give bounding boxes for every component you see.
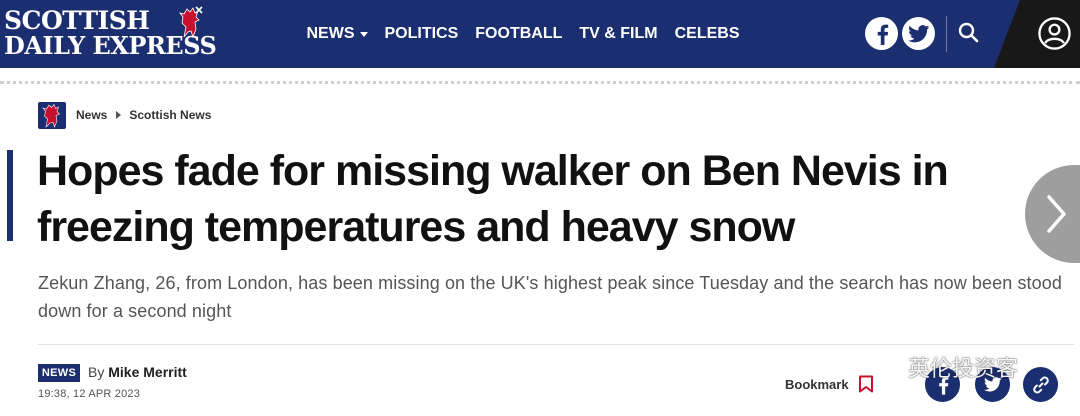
- bookmark-button[interactable]: Bookmark: [785, 375, 874, 393]
- main-nav: NEWS POLITICS FOOTBALL TV & FILM CELEBS: [298, 0, 748, 68]
- account-icon[interactable]: [1037, 16, 1072, 51]
- nav-item-label: FOOTBALL: [475, 25, 563, 42]
- author-link[interactable]: Mike Merritt: [108, 364, 187, 380]
- chevron-right-icon: [1047, 195, 1066, 233]
- nav-item-celebs[interactable]: CELEBS: [666, 25, 748, 43]
- share-facebook-icon[interactable]: [925, 367, 960, 402]
- article-standfirst: Zekun Zhang, 26, from London, has been m…: [38, 273, 1062, 321]
- share-twitter-icon[interactable]: [975, 367, 1010, 402]
- section-logo-icon: [38, 102, 66, 129]
- breadcrumb-item-scottish-news[interactable]: Scottish News: [129, 108, 211, 122]
- byline-prefix: By: [88, 364, 105, 380]
- breadcrumb-item-news[interactable]: News: [76, 108, 107, 122]
- share-link-icon[interactable]: [1023, 367, 1058, 402]
- nav-item-football[interactable]: FOOTBALL: [467, 25, 571, 43]
- breadcrumb-arrow-icon: [116, 111, 122, 119]
- header-dotted-divider: [0, 81, 1080, 84]
- nav-item-tv-film[interactable]: TV & FILM: [571, 25, 666, 43]
- site-logo[interactable]: SCOTTISH DAILY EXPRESS: [4, 4, 217, 60]
- byline: By Mike Merritt: [88, 364, 187, 380]
- header-divider: [946, 16, 947, 52]
- nav-item-label: CELEBS: [674, 25, 740, 42]
- wechat-icon: [873, 355, 901, 378]
- facebook-icon[interactable]: [865, 17, 898, 50]
- nav-item-label: TV & FILM: [579, 25, 658, 42]
- breadcrumb: News Scottish News: [76, 108, 211, 122]
- next-article-button[interactable]: [1025, 165, 1080, 263]
- nav-item-politics[interactable]: POLITICS: [376, 25, 467, 43]
- nav-item-label: NEWS: [306, 25, 355, 42]
- publish-timestamp: 19:38, 12 APR 2023: [38, 388, 141, 400]
- category-badge[interactable]: NEWS: [38, 364, 80, 382]
- twitter-icon[interactable]: [902, 17, 935, 50]
- article-headline: Hopes fade for missing walker on Ben Nev…: [37, 147, 949, 251]
- bookmark-icon: [858, 375, 873, 393]
- byline-divider: [38, 344, 1074, 345]
- top-navigation-bar: SCOTTISH DAILY EXPRESS NEWS POLITICS FOO…: [0, 0, 1080, 68]
- nav-item-news[interactable]: NEWS: [298, 25, 376, 43]
- nav-item-label: POLITICS: [384, 25, 459, 42]
- caret-down-icon: [359, 31, 368, 37]
- lion-rampant-icon: [179, 6, 203, 39]
- bookmark-label: Bookmark: [785, 376, 849, 392]
- headline-accent-bar: [7, 150, 13, 241]
- search-icon[interactable]: [954, 18, 984, 48]
